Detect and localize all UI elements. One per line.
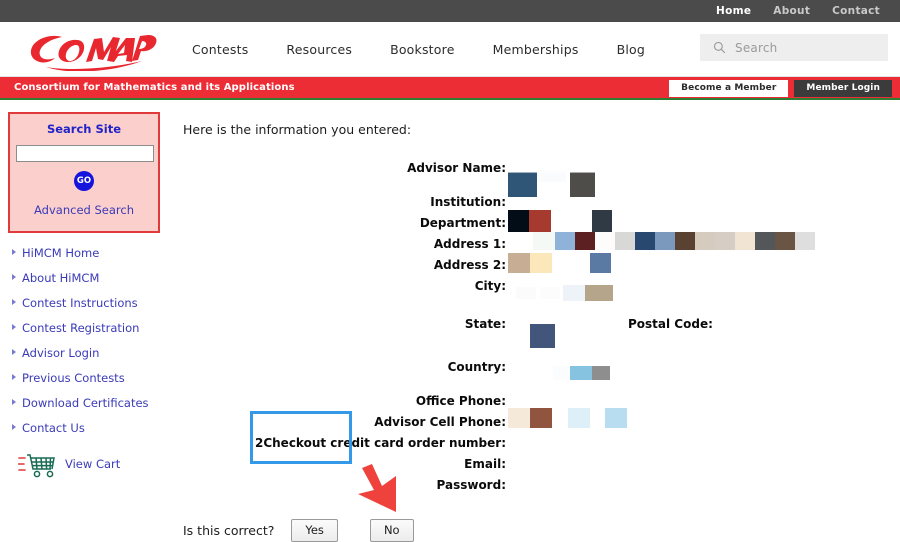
shopping-cart-icon (18, 453, 55, 477)
sidebar-item-about-himcm[interactable]: About HiMCM (8, 272, 172, 284)
field-label-city: City: (474, 279, 506, 293)
field-row-password: Password: (180, 478, 900, 499)
search-icon (713, 41, 726, 54)
page-body: Search Site GO Advanced Search HiMCM Hom… (0, 100, 900, 542)
field-row-department: Department: (180, 216, 900, 237)
sidebar-item-advisor-login[interactable]: Advisor Login (8, 347, 172, 359)
field-label-password: Password: (436, 478, 507, 492)
bullet-arrow-icon (12, 248, 16, 255)
confirmation-row: Is this correct? Yes No (183, 519, 900, 542)
intro-text: Here is the information you entered: (183, 122, 412, 137)
field-label-office-phone: Office Phone: (415, 394, 506, 408)
field-row-address-2: Address 2: (180, 258, 900, 279)
nav-item-blog[interactable]: Blog (617, 42, 645, 57)
sidebar-item-label: Download Certificates (22, 395, 149, 410)
entered-information-summary: Advisor Name: Institution: Department: A… (180, 161, 900, 499)
header-search-placeholder: Search (735, 40, 778, 55)
red-banner: Consortium for Mathematics and its Appli… (0, 77, 900, 100)
sidebar-navigation: HiMCM Home About HiMCM Contest Instructi… (8, 247, 172, 434)
field-label-email: Email: (464, 457, 506, 471)
sidebar-item-himcm-home[interactable]: HiMCM Home (8, 247, 172, 259)
sidebar-item-label: HiMCM Home (22, 245, 100, 260)
comap-logo-icon (30, 35, 157, 71)
view-cart-link[interactable]: View Cart (8, 450, 172, 478)
no-button[interactable]: No (369, 519, 414, 542)
field-label-advisor-cell-phone: Advisor Cell Phone: (374, 415, 506, 429)
sidebar-item-label: About HiMCM (22, 270, 100, 285)
field-label-postal-code: Postal Code: (628, 317, 713, 331)
field-row-office-phone: Office Phone: (180, 394, 900, 415)
member-login-button[interactable]: Member Login (794, 80, 892, 97)
banner-buttons: Become a Member Member Login (669, 80, 892, 97)
field-row-state-postal: State: Postal Code: (180, 313, 900, 334)
sidebar-item-contest-registration[interactable]: Contest Registration (8, 322, 172, 334)
top-utility-bar: Home About Contact (0, 0, 900, 22)
nav-item-memberships[interactable]: Memberships (493, 42, 579, 57)
search-site-go-button[interactable]: GO (74, 170, 94, 191)
field-row-advisor-name: Advisor Name: (180, 161, 900, 182)
field-row-institution: Institution: (180, 195, 900, 216)
sidebar-item-contest-instructions[interactable]: Contest Instructions (8, 297, 172, 309)
sidebar-item-contact-us[interactable]: Contact Us (8, 422, 172, 434)
field-row-address-1: Address 1: (180, 237, 900, 258)
field-row-gap (180, 334, 900, 347)
field-row-advisor-cell-phone: Advisor Cell Phone: (180, 415, 900, 436)
search-site-panel: Search Site GO Advanced Search (8, 112, 160, 233)
confirm-question: Is this correct? (183, 523, 275, 538)
bullet-arrow-icon (12, 273, 16, 280)
field-row-country: Country: (180, 360, 900, 381)
nav-item-contests[interactable]: Contests (192, 42, 248, 57)
field-row-gap (180, 347, 900, 360)
bullet-arrow-icon (12, 398, 16, 405)
sidebar: Search Site GO Advanced Search HiMCM Hom… (0, 100, 172, 542)
nav-item-bookstore[interactable]: Bookstore (390, 42, 455, 57)
advanced-search-link[interactable]: Advanced Search (16, 203, 152, 217)
field-label-address-2: Address 2: (433, 258, 506, 272)
bullet-arrow-icon (12, 298, 16, 305)
field-label-department: Department: (419, 216, 506, 230)
field-label-country: Country: (447, 360, 506, 374)
topbar-link-contact[interactable]: Contact (832, 5, 880, 17)
view-cart-label: View Cart (65, 456, 121, 471)
field-row-gap (180, 300, 900, 313)
field-label-institution: Institution: (430, 195, 506, 209)
sidebar-item-download-certificates[interactable]: Download Certificates (8, 397, 172, 409)
bullet-arrow-icon (12, 423, 16, 430)
header-search-box[interactable]: Search (700, 34, 888, 61)
bullet-arrow-icon (12, 373, 16, 380)
yes-button[interactable]: Yes (291, 519, 338, 542)
search-site-input[interactable] (16, 144, 154, 162)
field-label-2checkout-order-number: 2Checkout credit card order number: (254, 436, 506, 450)
site-header: Contests Resources Bookstore Memberships… (0, 22, 900, 77)
field-row-email: Email: (180, 457, 900, 478)
sidebar-item-label: Contact Us (22, 420, 85, 435)
bullet-arrow-icon (12, 348, 16, 355)
bullet-arrow-icon (12, 323, 16, 330)
field-label-state: State: (464, 317, 506, 331)
sidebar-item-label: Contest Instructions (22, 295, 138, 310)
search-site-title: Search Site (46, 122, 122, 136)
nav-item-resources[interactable]: Resources (286, 42, 352, 57)
topbar-link-about[interactable]: About (773, 5, 810, 17)
field-label-address-1: Address 1: (433, 237, 506, 251)
topbar-link-home[interactable]: Home (716, 5, 751, 17)
field-label-advisor-name: Advisor Name: (407, 161, 506, 175)
field-row-gap (180, 182, 900, 195)
sidebar-item-label: Previous Contests (22, 370, 125, 385)
sidebar-item-label: Contest Registration (22, 320, 140, 335)
field-row-2checkout-order-number: 2Checkout credit card order number: (180, 436, 900, 457)
sidebar-item-previous-contests[interactable]: Previous Contests (8, 372, 172, 384)
comap-logo[interactable] (0, 27, 170, 71)
main-navigation: Contests Resources Bookstore Memberships… (192, 42, 645, 57)
main-content: Here is the information you entered: Adv… (172, 100, 900, 542)
field-row-gap (180, 381, 900, 394)
become-a-member-button[interactable]: Become a Member (669, 80, 789, 97)
sidebar-item-label: Advisor Login (22, 345, 100, 360)
field-row-city: City: (180, 279, 900, 300)
banner-tagline: Consortium for Mathematics and its Appli… (14, 82, 295, 93)
